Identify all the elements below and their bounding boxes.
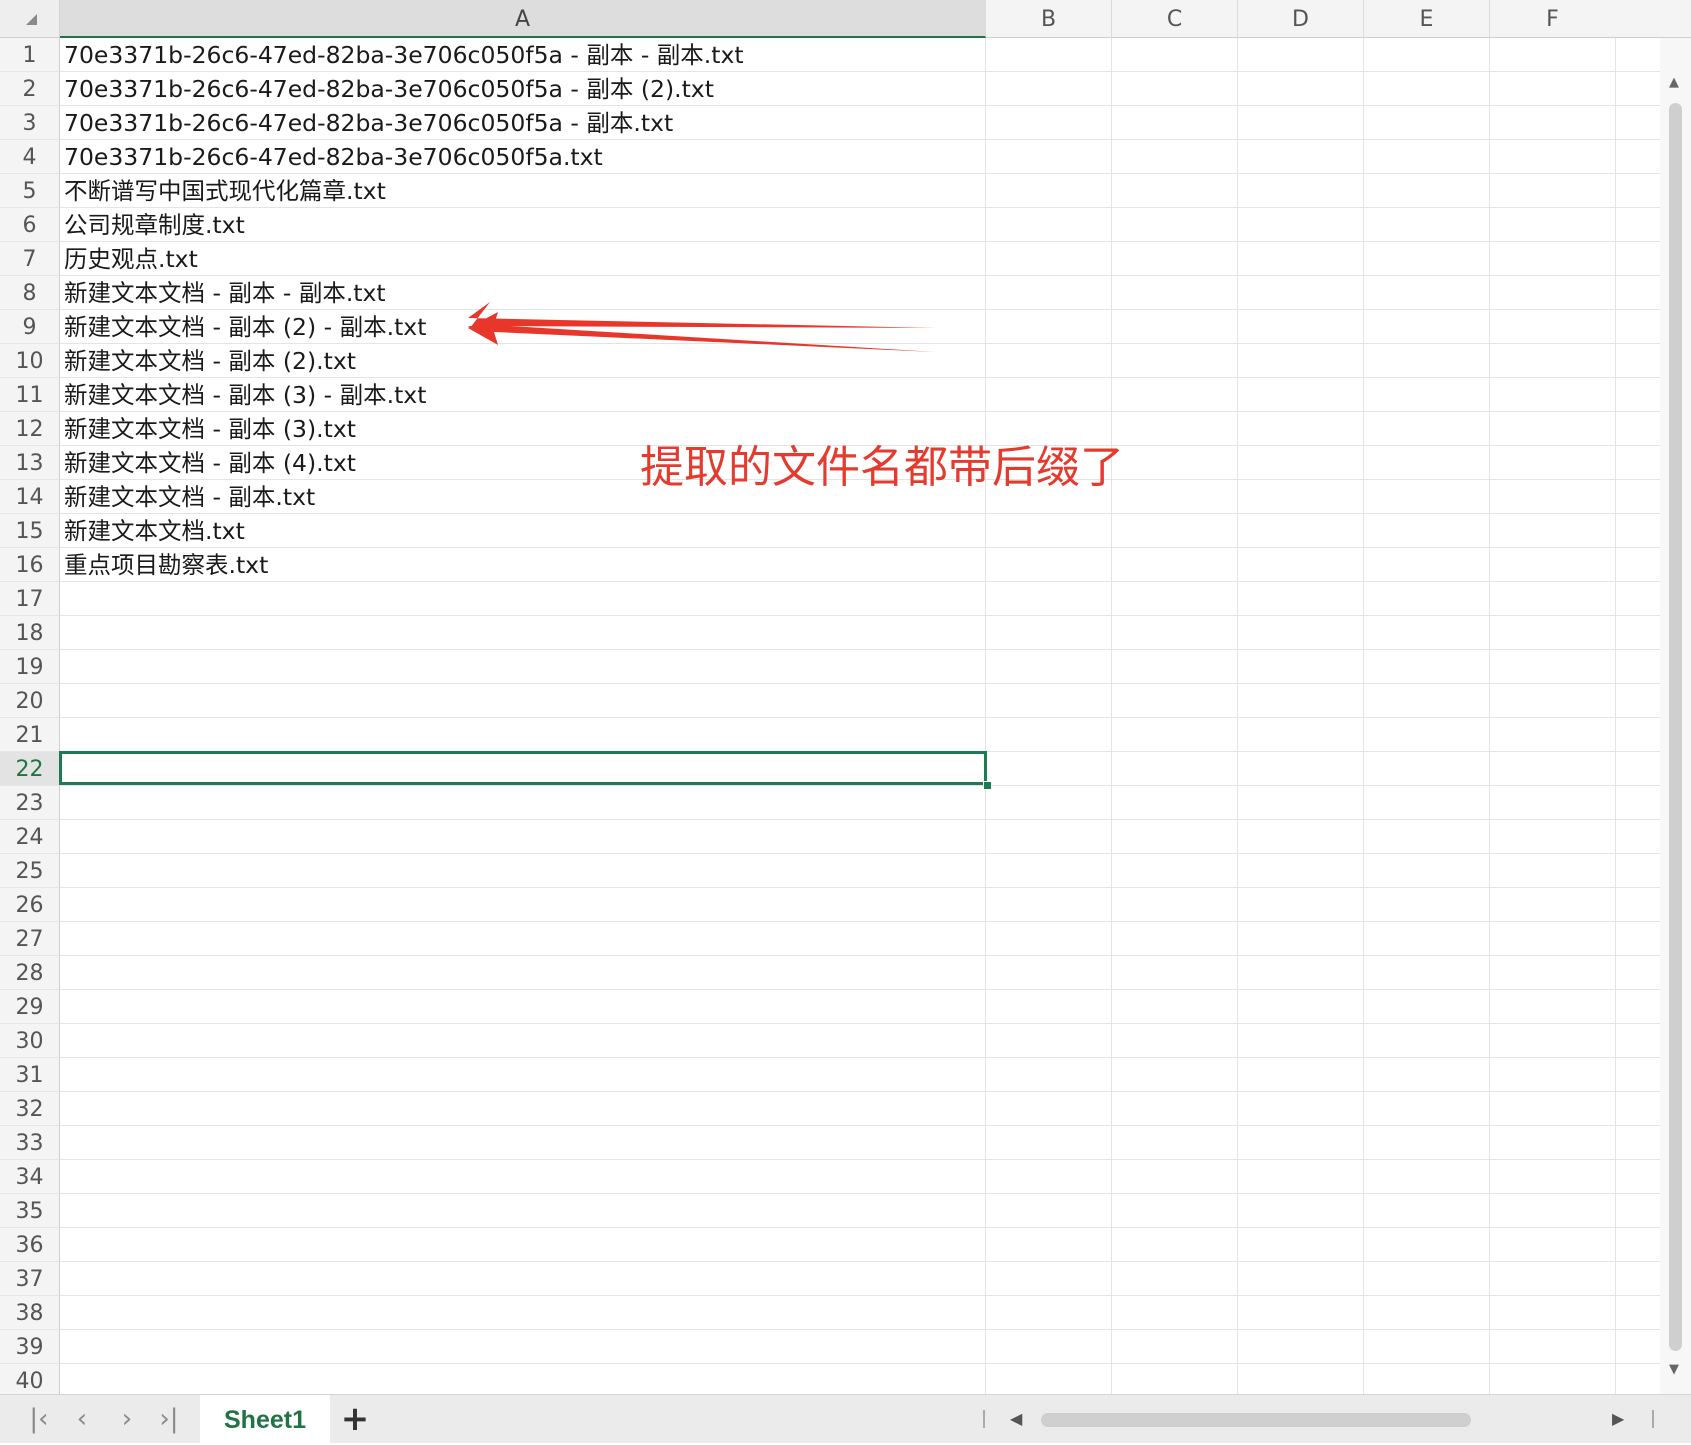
spreadsheet: A B C D E F 1 2 3 4 5 6 7 8 9 10 11 12 13 14 15 16 17 18 1… <box>0 0 1691 1444</box>
prev-sheet-icon[interactable]: ‹ <box>65 1403 99 1435</box>
first-sheet-icon[interactable]: |‹ <box>22 1403 56 1435</box>
scroll-down-icon[interactable]: ▼ <box>1669 1363 1679 1377</box>
horizontal-scroll-thumb[interactable] <box>1041 1413 1471 1427</box>
last-sheet-icon[interactable]: ›| <box>152 1403 186 1435</box>
sheet-tab-sheet1[interactable]: Sheet1 <box>200 1395 330 1444</box>
scroll-up-icon[interactable]: ▲ <box>1669 76 1679 90</box>
scroll-left-icon[interactable]: ◀ <box>1010 1410 1022 1428</box>
annotation-arrow <box>468 302 935 352</box>
scroll-right-icon[interactable]: ▶ <box>1612 1410 1624 1428</box>
tab-split-handle[interactable] <box>983 1410 985 1428</box>
vertical-scroll-thumb[interactable] <box>1669 103 1682 1351</box>
annotation-text: 提取的文件名都带后缀了 <box>640 442 1124 493</box>
next-sheet-icon[interactable]: › <box>110 1403 144 1435</box>
view-split-handle[interactable] <box>1652 1410 1654 1428</box>
add-sheet-button[interactable]: + <box>338 1402 372 1436</box>
sheet-tab-bar: |‹ ‹ › ›| Sheet1 + ◀ ▶ <box>0 1394 1691 1444</box>
vertical-scrollbar[interactable]: ▲ ▼ <box>1660 38 1691 1394</box>
